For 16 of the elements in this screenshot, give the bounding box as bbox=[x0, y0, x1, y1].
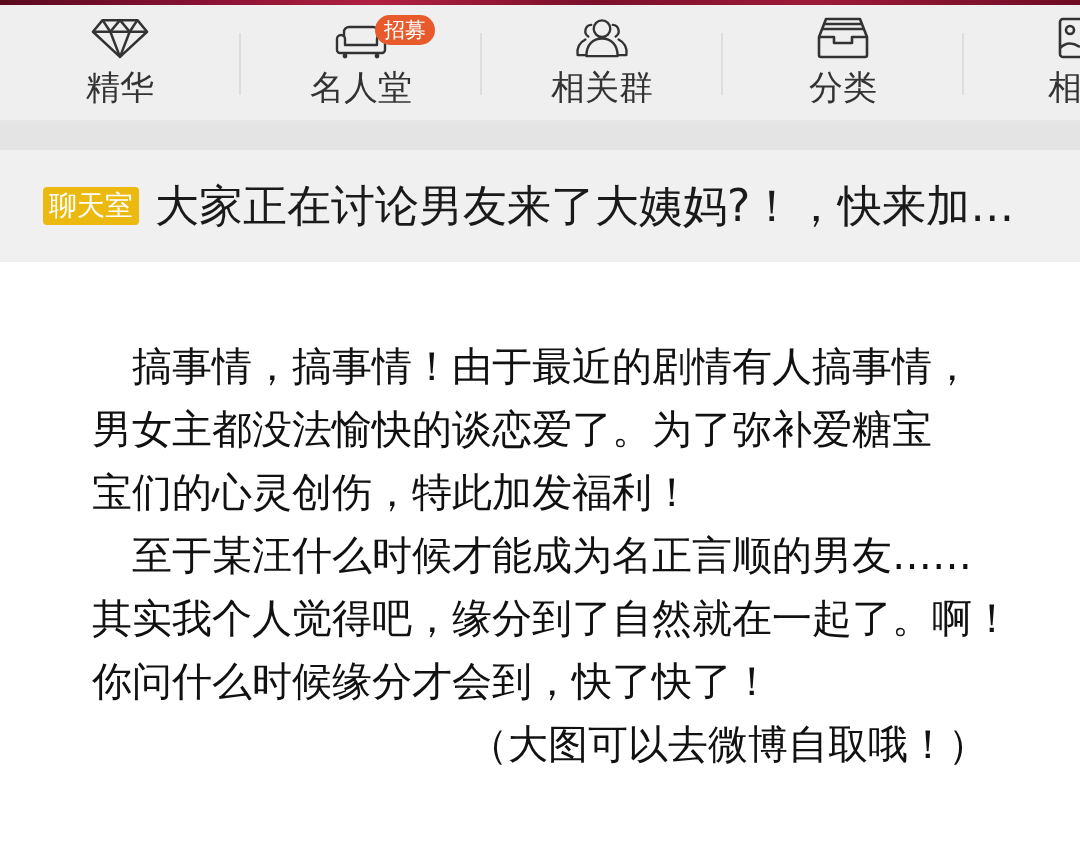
nav-item[interactable]: 招募 名人堂 bbox=[241, 5, 480, 120]
picture-icon bbox=[1058, 17, 1080, 59]
paragraph-text: 搞事情，搞事情！由于最近的剧情有人搞事情， 男女主都没法愉快的谈恋爱了。为了弥补爱糖宝 宝们的心灵创伤，特此加发福利！ bbox=[92, 342, 973, 517]
tray-icon bbox=[815, 17, 870, 59]
nav-item[interactable]: 分类 bbox=[723, 5, 962, 120]
note-text: （大图可以去微博自取哦！） bbox=[467, 720, 989, 769]
chat-topic-text: 大家正在讨论男友来了大姨妈?！，快来加… bbox=[155, 179, 1015, 233]
diamond-icon bbox=[90, 18, 149, 59]
people-icon bbox=[573, 18, 630, 59]
nav-item[interactable]: 精华 bbox=[0, 5, 239, 120]
paragraph-text: 至于某汪什么时候才能成为名正言顺的男友…… 其实我个人觉得吧，缘分到了自然就在一起了。啊！ 你问什么时候缘分才会到，快了快了！ bbox=[92, 531, 1013, 706]
nav-item[interactable]: 相关群 bbox=[482, 5, 721, 120]
nav-item[interactable]: 相 bbox=[964, 5, 1078, 120]
recruit-badge: 招募 bbox=[374, 15, 435, 45]
chat-banner[interactable]: 聊天室 大家正在讨论男友来了大姨妈?！，快来加… bbox=[0, 150, 1080, 262]
chat-room-tag: 聊天室 bbox=[43, 187, 139, 225]
